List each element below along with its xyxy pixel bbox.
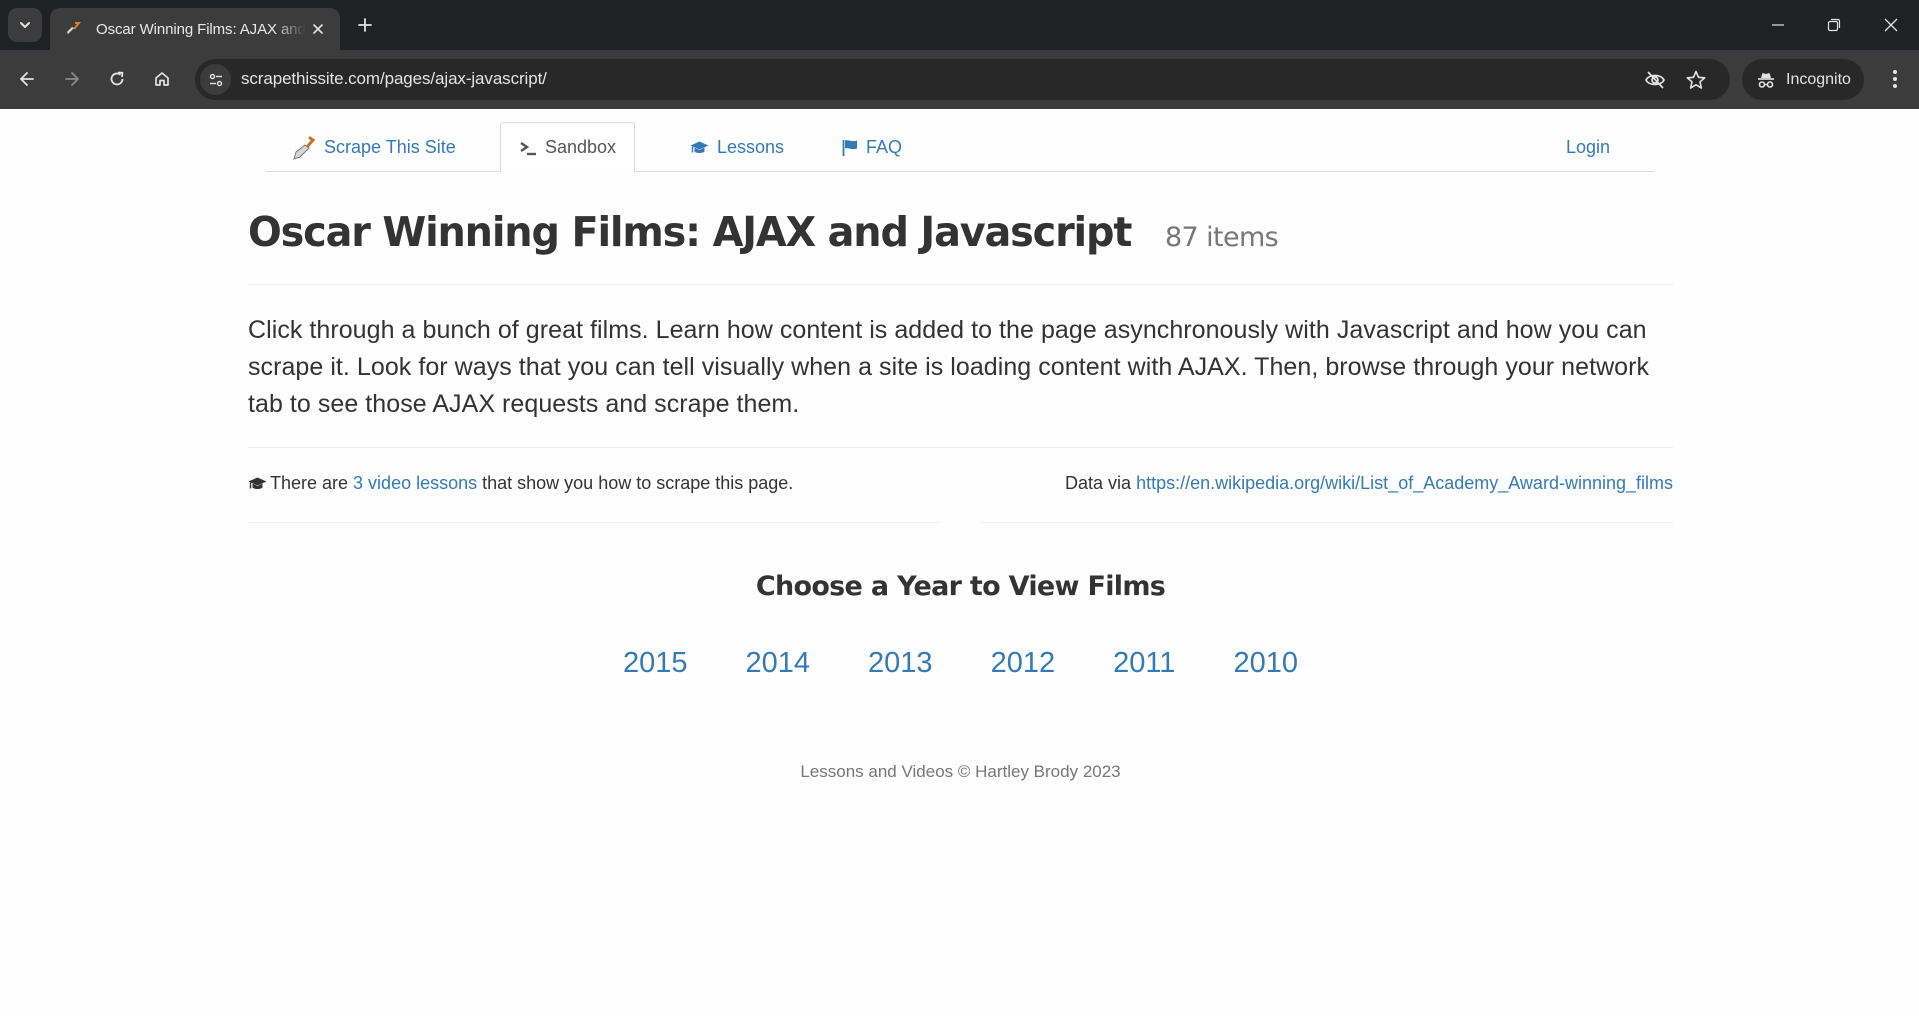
forward-button[interactable] [55, 62, 89, 96]
chevron-down-icon [20, 22, 30, 28]
address-bar[interactable]: scrapethissite.com/pages/ajax-javascript… [195, 59, 1730, 100]
year-link-2011[interactable]: 2011 [1113, 647, 1175, 680]
site-info-button[interactable] [200, 64, 231, 95]
video-lessons-note: There are 3 video lessons that show you … [248, 473, 941, 523]
incognito-label: Incognito [1786, 70, 1851, 88]
nav-item-label: Scrape This Site [324, 137, 456, 157]
nav-item-sandbox[interactable]: Sandbox [500, 122, 636, 173]
page-description: Click through a bunch of great films. Le… [248, 316, 1650, 418]
restore-button[interactable] [1819, 10, 1849, 40]
tab-search-button[interactable] [8, 8, 42, 42]
close-tab-button[interactable] [308, 19, 328, 39]
item-count: 87 items [1164, 222, 1279, 253]
page-viewport: Scrape This Site Sandbox Lessons FAQ Log… [0, 109, 1919, 1016]
browser-tab-strip: Oscar Winning Films: AJAX and Javascript [0, 0, 1919, 50]
browser-tab-active[interactable]: Oscar Winning Films: AJAX and Javascript [50, 8, 340, 50]
login-link[interactable]: Login [1548, 122, 1628, 173]
arrow-right-icon [65, 72, 79, 86]
incognito-icon [1758, 72, 1774, 88]
year-link-2015[interactable]: 2015 [623, 647, 688, 680]
incognito-indicator[interactable]: Incognito [1742, 59, 1864, 100]
bookmark-button[interactable] [1684, 68, 1708, 92]
nav-item-label: FAQ [866, 137, 903, 157]
arrow-left-icon [20, 72, 34, 86]
nav-item-label: Sandbox [545, 137, 617, 157]
tune-icon [209, 73, 222, 86]
year-section-title: Choose a Year to View Films [755, 571, 1166, 602]
data-source-note: Data via https://en.wikipedia.org/wiki/L… [980, 473, 1673, 523]
footer-copyright: Lessons and Videos © Hartley Brody 2023 [800, 762, 1121, 781]
close-icon [313, 24, 323, 34]
year-link-2012[interactable]: 2012 [991, 647, 1056, 680]
eye-off-icon [1645, 71, 1665, 89]
restore-icon [1827, 18, 1841, 32]
nav-item-faq[interactable]: FAQ [824, 122, 920, 173]
year-link-2010[interactable]: 2010 [1233, 647, 1298, 680]
video-lessons-link[interactable]: 3 video lessons [353, 473, 477, 493]
tab-title: Oscar Winning Films: AJAX and Javascript [96, 20, 306, 38]
kebab-menu-icon [1893, 70, 1897, 88]
year-link-2014[interactable]: 2014 [746, 647, 811, 680]
plus-icon [358, 18, 372, 32]
star-icon [1686, 70, 1706, 89]
back-button[interactable] [10, 62, 44, 96]
home-button[interactable] [145, 62, 179, 96]
nav-item-scrape-this-site[interactable]: Scrape This Site [272, 122, 474, 173]
site-nav: Scrape This Site Sandbox Lessons FAQ Log… [266, 122, 1654, 173]
home-icon [155, 72, 169, 86]
page-header: Oscar Winning Films: AJAX and Javascript… [248, 208, 1673, 285]
year-link-2013[interactable]: 2013 [868, 647, 933, 680]
data-source-link[interactable]: https://en.wikipedia.org/wiki/List_of_Ac… [1136, 473, 1673, 493]
lessons-text-suffix: that show you how to scrape this page. [477, 473, 794, 493]
browser-menu-button[interactable] [1880, 62, 1910, 96]
divider [248, 447, 1673, 448]
minimize-button[interactable] [1763, 10, 1793, 40]
tracking-protection-button[interactable] [1643, 68, 1667, 92]
nav-item-lessons[interactable]: Lessons [672, 122, 802, 173]
data-source-prefix: Data via [1065, 473, 1137, 493]
terminal-icon [519, 140, 537, 156]
page-title: Oscar Winning Films: AJAX and Javascript [248, 208, 1132, 256]
scraper-icon [64, 20, 82, 38]
graduation-cap-icon [690, 140, 709, 156]
minimize-icon [1772, 24, 1784, 26]
scraper-icon [290, 135, 316, 161]
year-links: 2015 2014 2013 2012 2011 2010 [248, 647, 1673, 680]
new-tab-button[interactable] [352, 12, 378, 38]
close-icon [1884, 18, 1898, 32]
browser-toolbar: scrapethissite.com/pages/ajax-javascript… [0, 50, 1919, 109]
flag-icon [842, 139, 858, 157]
reload-icon [110, 71, 124, 86]
close-window-button[interactable] [1876, 10, 1906, 40]
nav-item-label: Lessons [717, 137, 785, 157]
lessons-text-prefix: There are [270, 473, 354, 493]
reload-button[interactable] [100, 62, 134, 96]
url-text[interactable]: scrapethissite.com/pages/ajax-javascript… [241, 69, 547, 89]
graduation-cap-icon [248, 476, 267, 492]
